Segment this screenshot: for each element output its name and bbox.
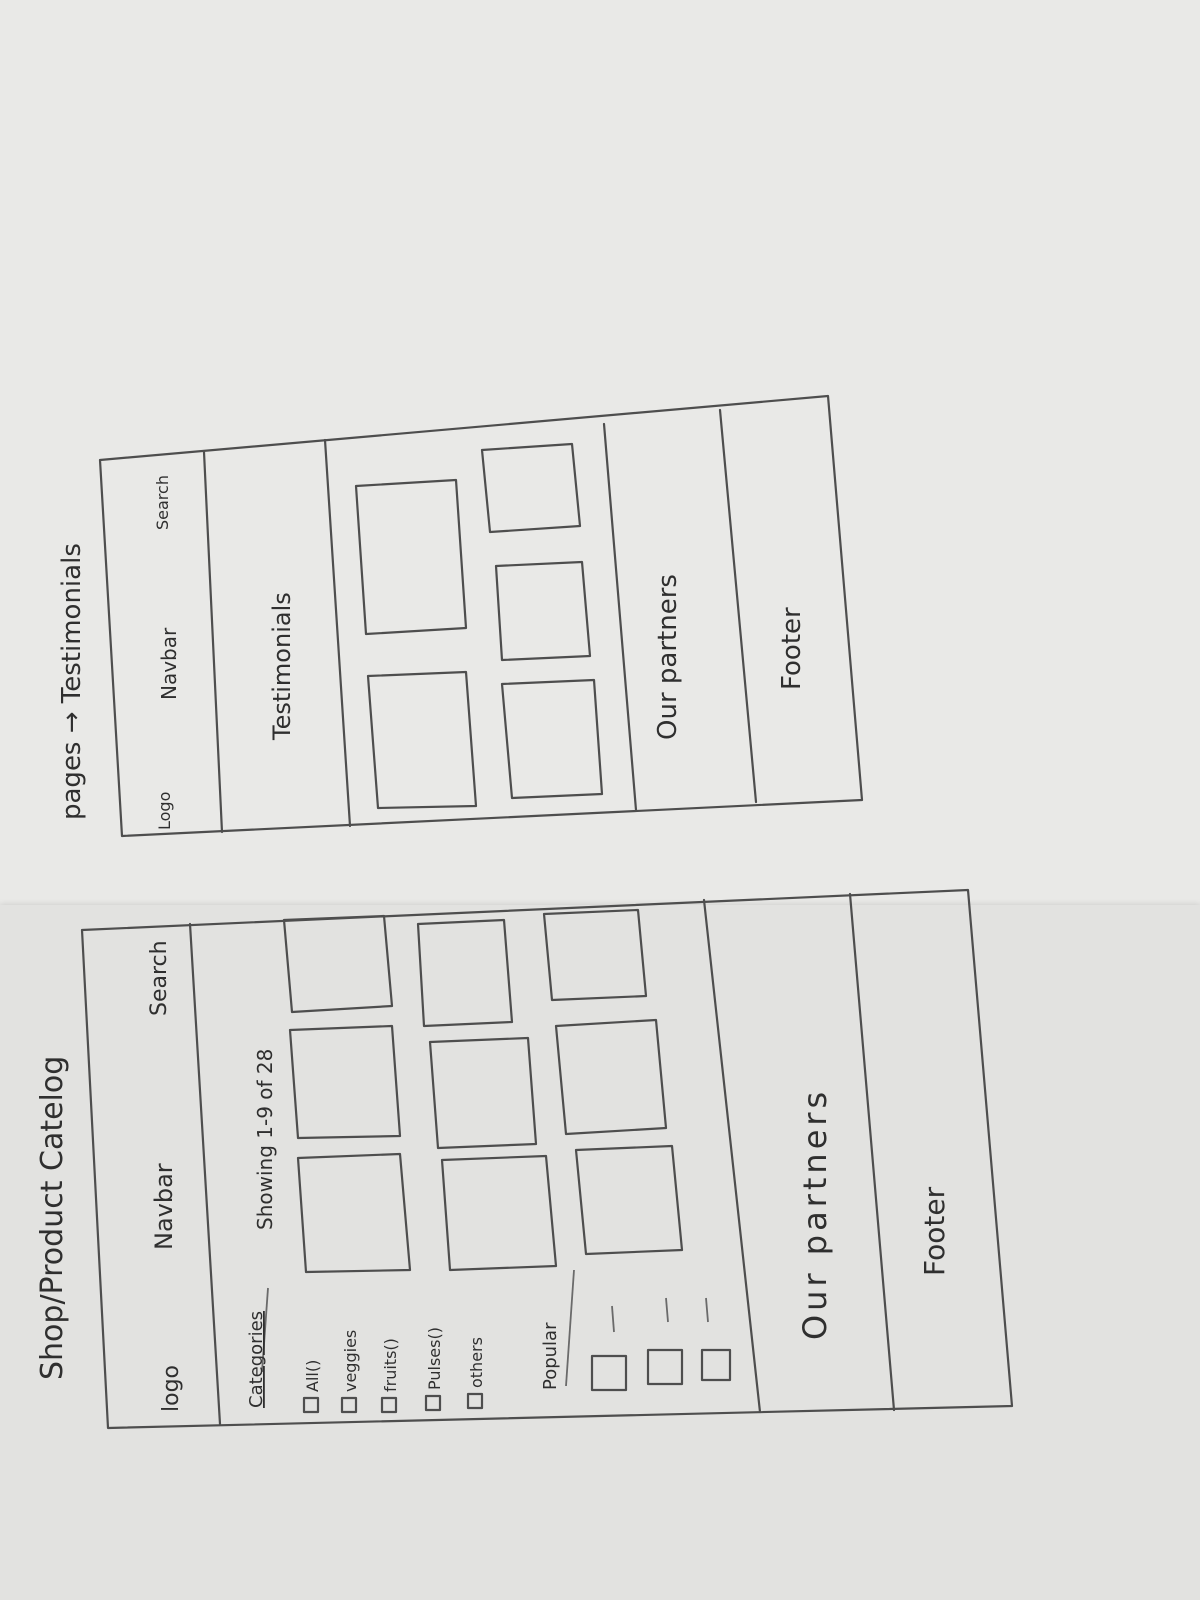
category-checkbox[interactable] (380, 1396, 398, 1414)
testimonials-section-title: Testimonials (268, 592, 296, 741)
testimonial-card (366, 670, 478, 810)
testimonial-card (480, 442, 582, 534)
shop-navbar-label: Navbar (150, 1163, 178, 1250)
testimonial-card (500, 678, 604, 800)
popular-title: Popular (540, 1322, 561, 1390)
testimonials-page-title-group: pages → Testimonials (57, 543, 87, 820)
product-card (574, 1144, 684, 1256)
shop-footer-label: Footer (918, 1186, 951, 1276)
popular-item-thumb (700, 1348, 732, 1382)
category-others: others (467, 1337, 486, 1388)
testimonial-card (354, 478, 468, 636)
sketch-drawing: pages → Testimonials Logo Navbar Search … (35, 394, 1014, 1430)
product-card (440, 1154, 558, 1272)
category-checkbox[interactable] (424, 1394, 442, 1412)
testimonials-frame (98, 394, 864, 838)
categories-title: Categories (246, 1311, 267, 1408)
shop-logo: logo (159, 1365, 184, 1412)
testimonials-search-label: Search (153, 475, 172, 530)
testimonials-page-title: pages → Testimonials (57, 543, 87, 820)
product-card (428, 1036, 538, 1150)
product-card (416, 918, 514, 1028)
testimonials-navbar-label: Navbar (157, 627, 181, 700)
category-list: All() veggies fruits() Pulses() others (302, 1327, 486, 1414)
popular-item-thumb (646, 1348, 684, 1386)
product-card (282, 914, 394, 1014)
category-pulses: Pulses() (425, 1327, 444, 1390)
testimonials-footer-label: Footer (777, 607, 807, 690)
showing-count: Showing 1-9 of 28 (253, 1049, 277, 1230)
popular-item-thumb (590, 1354, 628, 1392)
product-card (296, 1152, 412, 1274)
category-fruits: fruits() (381, 1338, 400, 1392)
shop-page-title: Shop/Product Catelog (35, 1056, 70, 1380)
category-veggies: veggies (341, 1330, 360, 1392)
category-checkbox[interactable] (340, 1396, 358, 1414)
product-card (554, 1018, 668, 1136)
product-card (288, 1024, 402, 1140)
testimonial-card (494, 560, 592, 662)
testimonials-partners-label: Our partners (653, 574, 683, 740)
shop-search-label: Search (147, 940, 172, 1016)
shop-partners-label: Our partners (796, 1088, 834, 1340)
category-checkbox[interactable] (302, 1396, 320, 1414)
category-checkbox[interactable] (466, 1392, 484, 1410)
testimonials-logo: Logo (155, 792, 174, 830)
product-card (542, 908, 648, 1002)
category-all: All() (303, 1360, 322, 1392)
